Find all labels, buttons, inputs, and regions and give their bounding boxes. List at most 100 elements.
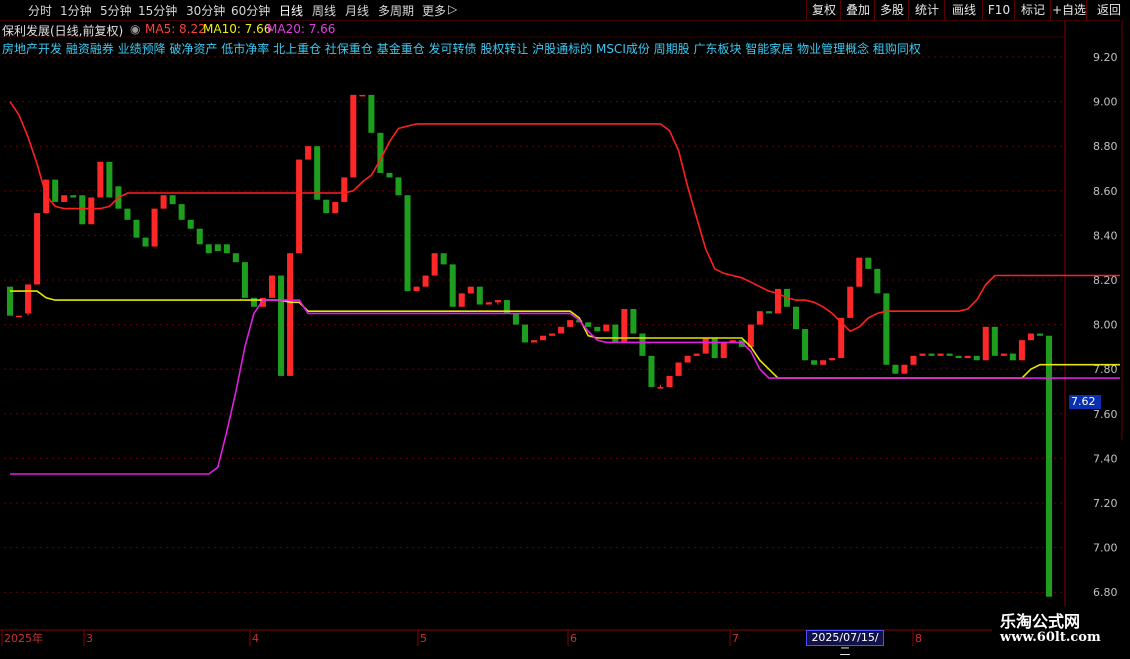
candle-body-95 [865,257,872,269]
candle-body-31 [287,253,294,376]
candlestick-chart[interactable]: 9.209.008.808.608.408.208.007.807.607.40… [0,0,1130,650]
toolbar-button-3[interactable]: 统计 [908,0,945,20]
candle-body-74 [675,362,682,376]
period-toolbar: 分时 1分钟 5分钟 15分钟 30分钟 60分钟 日线 周线 月线 多周期 更多 ▷ 复权 叠加 多股 统计… [0,0,1130,21]
toolbar-button-1[interactable]: 叠加 [840,0,875,20]
y-tick-label-8: 7.60 [1093,408,1118,421]
candle-body-104 [946,353,953,356]
toolbar-button-4[interactable]: 画线 [944,0,983,20]
candle-body-30 [278,275,285,376]
candle-body-70 [639,333,646,356]
period-tab-4[interactable]: 30分钟 [186,2,225,19]
candle-body-107 [973,355,980,361]
candle-body-10 [97,161,104,198]
candle-body-114 [1036,333,1043,336]
candle-body-25 [232,253,239,263]
candle-body-108 [982,326,989,361]
y-tick-label-12: 6.80 [1093,586,1118,599]
candle-body-11 [106,161,113,198]
candle-body-24 [223,244,230,254]
toolbar-button-6[interactable]: 标记 [1014,0,1051,20]
candle-body-23 [214,244,221,252]
y-tick-label-4: 8.40 [1093,229,1118,242]
candle-body-52 [476,286,483,305]
date-cursor-label: 2025/07/15/二 [806,630,884,658]
toolbar-button-0[interactable]: 复权 [806,0,841,20]
period-tab-0[interactable]: 分时 [28,2,52,19]
candle-body-21 [196,228,203,245]
toolbar-button-7[interactable]: +自选 [1050,0,1087,20]
candle-body-106 [964,355,971,359]
x-tick-label-0: 2025年 [4,631,43,645]
concept-tags[interactable]: 房地产开发 融资融券 业绩预降 破净资产 低市净率 北上重仓 社保重仓 基金重仓… [2,40,921,57]
y-tick-label-2: 8.80 [1093,140,1118,153]
candle-body-56 [512,313,519,325]
more-arrow-icon[interactable]: ▷ [448,2,457,16]
candle-body-78 [711,337,718,359]
candle-body-88 [802,329,809,361]
candle-body-84 [765,311,772,314]
candle-body-46 [422,275,429,287]
toolbar-button-5[interactable]: F10 [982,0,1015,20]
candle-body-113 [1027,333,1034,341]
candle-body-65 [594,326,601,332]
ma10-label: MA10: 7.66 [203,22,272,36]
candle-body-101 [919,353,926,356]
x-tick-label-4: 6 [570,632,577,645]
candle-body-29 [268,275,276,298]
candle-body-41 [377,132,384,173]
period-tab-10[interactable]: 更多 [422,2,446,19]
candle-body-72 [657,387,664,389]
candle-body-43 [395,177,402,196]
candle-body-9 [88,197,95,225]
candle-body-34 [314,146,321,200]
candle-body-6 [61,195,68,202]
candle-body-62 [567,320,574,327]
candle-body-20 [187,219,194,229]
candle-body-89 [811,360,818,365]
candle-body-3 [34,213,41,285]
candle-body-40 [368,94,375,133]
candle-body-61 [558,326,565,334]
watermark-url: www.60lt.com [1000,630,1101,645]
candle-body-8 [79,195,86,225]
period-tab-9[interactable]: 多周期 [378,2,414,19]
candle-body-94 [856,257,863,287]
candle-body-112 [1018,340,1025,361]
period-tab-3[interactable]: 15分钟 [138,2,177,19]
candle-body-58 [531,340,538,343]
toolbar-button-2[interactable]: 多股 [874,0,909,20]
candle-body-96 [874,268,881,294]
period-tab-1[interactable]: 1分钟 [60,2,92,19]
candle-body-47 [431,253,438,276]
period-tab-6[interactable]: 日线 [279,2,303,19]
candle-body-105 [955,355,962,359]
candle-body-38 [350,94,357,178]
candle-body-42 [386,172,393,178]
period-tab-7[interactable]: 周线 [312,2,336,19]
watermark: 乐淘公式网 www.60lt.com [992,606,1130,650]
candle-body-64 [585,322,592,327]
candle-body-44 [404,195,411,292]
x-tick-label-1: 3 [86,632,93,645]
candle-body-102 [928,353,935,356]
period-tab-2[interactable]: 5分钟 [100,2,132,19]
y-tick-label-1: 9.00 [1093,96,1118,109]
candle-body-1 [16,315,23,318]
candle-body-77 [702,337,709,354]
toolbar-button-8[interactable]: 返回 [1086,0,1130,20]
candle-body-36 [332,201,339,214]
candle-body-18 [169,195,176,205]
candle-body-79 [720,342,727,359]
ma-toggle-icon[interactable]: ◉ [130,22,140,36]
candle-body-17 [160,195,167,209]
x-tick-label-2: 4 [252,632,259,645]
candle-body-14 [133,219,140,238]
stock-title: 保利发展(日线,前复权) [2,24,124,38]
period-tab-5[interactable]: 60分钟 [231,2,270,19]
period-tab-8[interactable]: 月线 [345,2,369,19]
candle-body-99 [901,364,908,374]
candle-body-91 [829,358,836,361]
candle-body-75 [684,355,691,363]
candle-body-82 [747,324,754,347]
